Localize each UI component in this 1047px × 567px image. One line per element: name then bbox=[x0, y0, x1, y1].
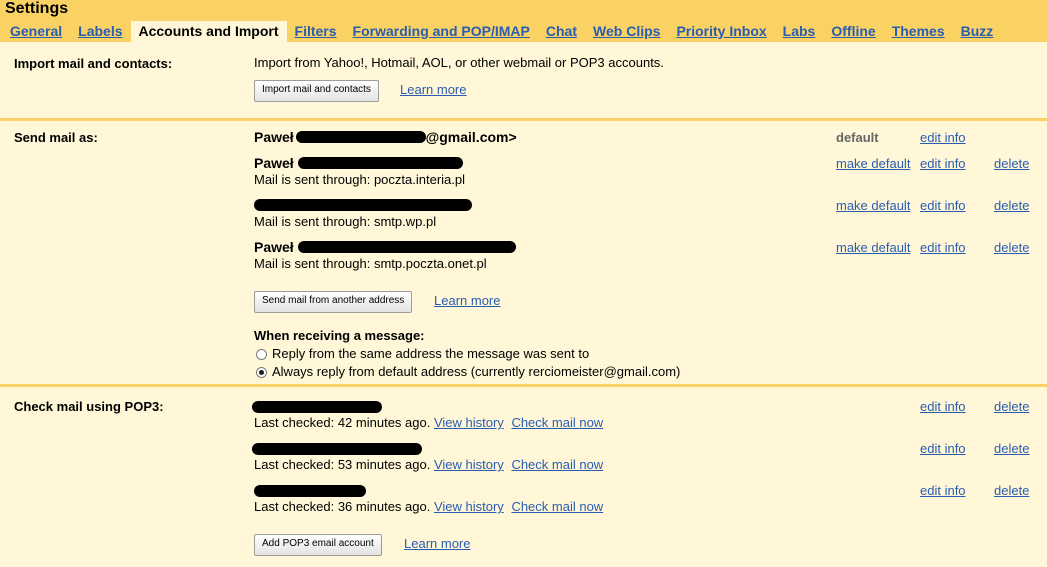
pop3-learn-more-link[interactable]: Learn more bbox=[404, 536, 470, 551]
make-default-link[interactable]: make default bbox=[836, 198, 910, 213]
import-learn-more-link[interactable]: Learn more bbox=[400, 82, 466, 97]
import-section: Import mail and contacts: Import from Ya… bbox=[0, 42, 1047, 120]
send-account-via: Mail is sent through: smtp.poczta.onet.p… bbox=[254, 256, 487, 271]
make-default-link[interactable]: make default bbox=[836, 240, 910, 255]
pop3-account-address bbox=[252, 442, 422, 457]
edit-info-link[interactable]: edit info bbox=[920, 156, 966, 171]
settings-header: Settings General Labels Accounts and Imp… bbox=[0, 0, 1047, 42]
reply-same-option[interactable]: Reply from the same address the message … bbox=[256, 346, 589, 361]
pop3-account-status: Last checked: 36 minutes ago. View histo… bbox=[254, 499, 603, 514]
account-name: Paweł bbox=[254, 239, 294, 255]
send-from-another-address-button[interactable]: Send mail from another address bbox=[254, 291, 413, 313]
view-history-link[interactable]: View history bbox=[434, 457, 504, 472]
tab-forwarding[interactable]: Forwarding and POP/IMAP bbox=[345, 21, 538, 42]
delete-link[interactable]: delete bbox=[994, 240, 1029, 255]
redacted-address bbox=[295, 131, 426, 143]
option-label: Reply from the same address the message … bbox=[272, 346, 590, 361]
edit-info-link[interactable]: edit info bbox=[920, 198, 966, 213]
send-learn-more-link[interactable]: Learn more bbox=[434, 293, 500, 308]
radio-button-selected[interactable] bbox=[256, 367, 267, 378]
tab-themes[interactable]: Themes bbox=[884, 21, 953, 42]
redacted-address bbox=[254, 199, 472, 211]
pop3-account-status: Last checked: 53 minutes ago. View histo… bbox=[254, 457, 603, 472]
send-account-primary: Paweł @gmail.com> bbox=[254, 129, 517, 145]
last-checked-text: Last checked: 53 minutes ago. bbox=[254, 457, 431, 472]
send-account-via: Mail is sent through: smtp.wp.pl bbox=[254, 214, 437, 229]
edit-info-link[interactable]: edit info bbox=[920, 441, 966, 456]
redacted-address bbox=[254, 485, 366, 497]
pop3-label: Check mail using POP3: bbox=[14, 399, 164, 414]
send-mail-label: Send mail as: bbox=[14, 130, 98, 145]
edit-info-link[interactable]: edit info bbox=[920, 399, 966, 414]
pop3-account-address bbox=[254, 484, 366, 499]
check-mail-now-link[interactable]: Check mail now bbox=[511, 499, 603, 514]
default-status: default bbox=[836, 130, 879, 145]
send-mail-section: Send mail as: Paweł @gmail.com> default … bbox=[0, 121, 1047, 384]
edit-info-link[interactable]: edit info bbox=[920, 130, 966, 145]
account-name: Paweł bbox=[254, 155, 294, 171]
redacted-address bbox=[252, 401, 382, 413]
account-email-suffix: @gmail.com> bbox=[425, 129, 517, 145]
settings-tabs: General Labels Accounts and Import Filte… bbox=[0, 20, 1001, 42]
page-title: Settings bbox=[5, 0, 69, 17]
redacted-address bbox=[297, 241, 516, 253]
tab-offline[interactable]: Offline bbox=[823, 21, 883, 42]
option-label: Always reply from default address (curre… bbox=[272, 364, 681, 379]
delete-link[interactable]: delete bbox=[994, 399, 1029, 414]
account-name: Paweł bbox=[254, 129, 294, 145]
tab-accounts-and-import[interactable]: Accounts and Import bbox=[130, 21, 287, 42]
last-checked-text: Last checked: 42 minutes ago. bbox=[254, 415, 431, 430]
radio-button[interactable] bbox=[256, 349, 267, 360]
tab-labs[interactable]: Labs bbox=[775, 21, 824, 42]
tab-web-clips[interactable]: Web Clips bbox=[585, 21, 668, 42]
pop3-section: Check mail using POP3: Last checked: 42 … bbox=[0, 387, 1047, 567]
import-description: Import from Yahoo!, Hotmail, AOL, or oth… bbox=[254, 55, 664, 70]
make-default-link[interactable]: make default bbox=[836, 156, 910, 171]
last-checked-text: Last checked: 36 minutes ago. bbox=[254, 499, 431, 514]
tab-labels[interactable]: Labels bbox=[70, 21, 130, 42]
check-mail-now-link[interactable]: Check mail now bbox=[511, 457, 603, 472]
delete-link[interactable]: delete bbox=[994, 483, 1029, 498]
check-mail-now-link[interactable]: Check mail now bbox=[511, 415, 603, 430]
reply-default-option[interactable]: Always reply from default address (curre… bbox=[256, 364, 680, 379]
delete-link[interactable]: delete bbox=[994, 441, 1029, 456]
send-account-name: Paweł bbox=[254, 239, 516, 255]
import-label: Import mail and contacts: bbox=[14, 56, 173, 71]
add-pop3-account-button[interactable]: Add POP3 email account bbox=[254, 534, 382, 556]
edit-info-link[interactable]: edit info bbox=[920, 240, 966, 255]
send-account-name bbox=[254, 197, 472, 213]
receiving-title: When receiving a message: bbox=[254, 328, 425, 343]
send-account-name: Paweł bbox=[254, 155, 463, 171]
send-account-via: Mail is sent through: poczta.interia.pl bbox=[254, 172, 465, 187]
import-mail-button[interactable]: Import mail and contacts bbox=[254, 80, 379, 102]
tab-filters[interactable]: Filters bbox=[287, 21, 345, 42]
view-history-link[interactable]: View history bbox=[434, 415, 504, 430]
tab-buzz[interactable]: Buzz bbox=[953, 21, 1002, 42]
delete-link[interactable]: delete bbox=[994, 156, 1029, 171]
edit-info-link[interactable]: edit info bbox=[920, 483, 966, 498]
tab-priority-inbox[interactable]: Priority Inbox bbox=[668, 21, 774, 42]
view-history-link[interactable]: View history bbox=[434, 499, 504, 514]
tab-general[interactable]: General bbox=[0, 21, 70, 42]
redacted-address bbox=[252, 443, 422, 455]
tab-chat[interactable]: Chat bbox=[538, 21, 585, 42]
redacted-address bbox=[297, 157, 463, 169]
pop3-account-address bbox=[252, 400, 382, 415]
pop3-account-status: Last checked: 42 minutes ago. View histo… bbox=[254, 415, 603, 430]
delete-link[interactable]: delete bbox=[994, 198, 1029, 213]
